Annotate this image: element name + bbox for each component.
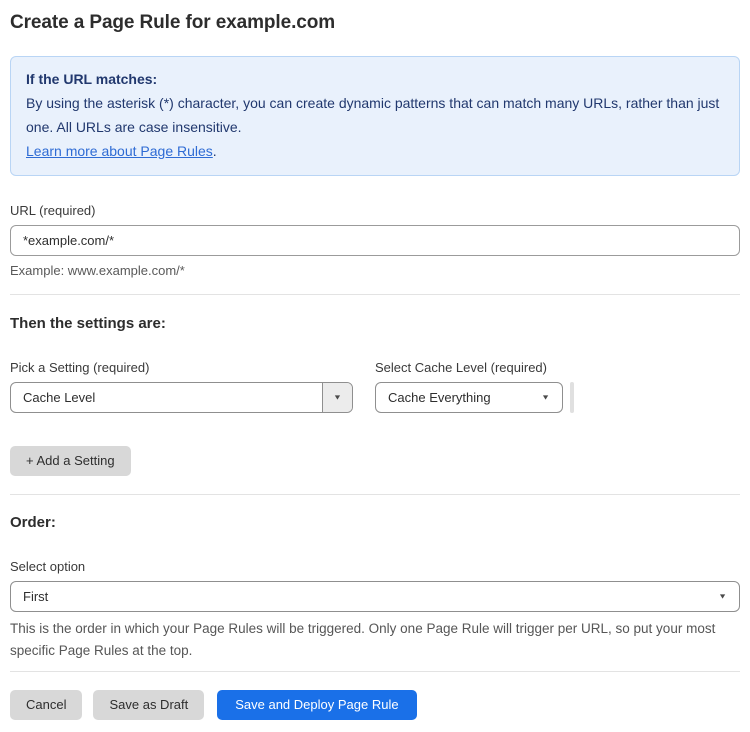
link-suffix: . — [212, 143, 217, 159]
section-divider — [10, 494, 740, 495]
cache-level-dropdown[interactable]: Cache Everything ▼ — [375, 382, 563, 413]
settings-heading: Then the settings are: — [10, 315, 166, 332]
order-heading: Order: — [10, 514, 56, 531]
order-select-label: Select option — [10, 559, 86, 574]
chevron-down-icon: ▼ — [541, 393, 550, 402]
setting-picker-label: Pick a Setting (required) — [10, 360, 150, 375]
order-select-arrow: ▼ — [718, 582, 739, 611]
order-help-text: This is the order in which your Page Rul… — [10, 621, 716, 658]
setting-row-divider — [570, 382, 574, 413]
section-divider — [10, 294, 740, 295]
cache-level-value: Cache Everything — [388, 390, 491, 405]
info-box-heading: If the URL matches: — [26, 71, 158, 87]
setting-picker-arrow-segment[interactable]: ▼ — [322, 383, 352, 412]
chevron-down-icon: ▼ — [718, 592, 727, 601]
save-and-deploy-button[interactable]: Save and Deploy Page Rule — [217, 690, 417, 720]
page-title: Create a Page Rule for example.com — [10, 12, 336, 33]
cache-level-arrow: ▼ — [541, 383, 562, 412]
url-example-hint: Example: www.example.com/* — [10, 263, 185, 278]
cache-level-label: Select Cache Level (required) — [375, 360, 547, 375]
info-box-link-line: Learn more about Page Rules. — [26, 139, 724, 163]
setting-picker-dropdown[interactable]: Cache Level ▼ — [10, 382, 353, 413]
save-as-draft-button[interactable]: Save as Draft — [93, 690, 205, 720]
order-select-value: First — [23, 589, 49, 604]
cancel-button[interactable]: Cancel — [10, 690, 83, 720]
page-rule-form: Create a Page Rule for example.com If th… — [0, 0, 750, 732]
order-select-dropdown[interactable]: First ▼ — [10, 581, 740, 612]
url-field-label: URL (required) — [10, 203, 96, 218]
setting-picker-column: Pick a Setting (required) Cache Level ▼ — [10, 333, 375, 413]
setting-row: Pick a Setting (required) Cache Level ▼ … — [10, 333, 740, 413]
cache-level-inner: Select Cache Level (required) Cache Ever… — [375, 333, 574, 413]
cache-level-row: Cache Everything ▼ — [375, 382, 574, 413]
url-match-info-box: If the URL matches: By using the asteris… — [10, 56, 740, 176]
add-setting-button[interactable]: + Add a Setting — [10, 446, 131, 476]
setting-picker-value: Cache Level — [23, 390, 96, 405]
url-input[interactable] — [10, 225, 740, 256]
info-box-body: By using the asterisk (*) character, you… — [26, 95, 720, 135]
cache-level-column: Select Cache Level (required) Cache Ever… — [375, 333, 574, 413]
footer-actions: Cancel Save as Draft Save and Deploy Pag… — [10, 690, 740, 720]
learn-more-link[interactable]: Learn more about Page Rules — [26, 143, 213, 159]
chevron-down-icon: ▼ — [333, 393, 342, 402]
footer-divider — [10, 671, 740, 672]
